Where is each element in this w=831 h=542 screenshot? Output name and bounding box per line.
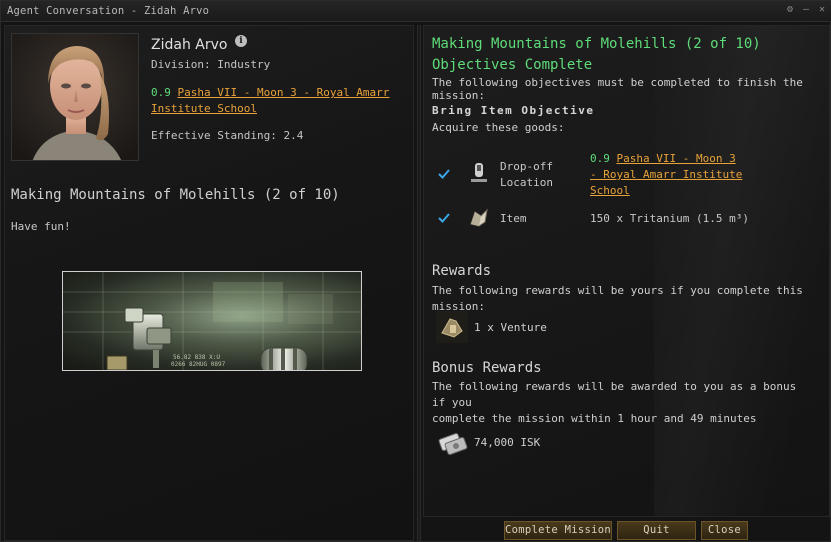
settings-icon[interactable]: ⚙ [784, 4, 796, 16]
dropoff-location-icon [471, 163, 487, 182]
agent-message: Have fun! [11, 220, 71, 233]
agent-name: Zidah Arvo [151, 37, 228, 53]
quit-mission-button[interactable]: Quit Mission [617, 521, 696, 542]
agent-portrait[interactable] [11, 33, 139, 161]
window-title: Agent Conversation - Zidah Arvo [7, 5, 210, 17]
venture-ship-icon[interactable] [436, 311, 468, 343]
rewards-text: The following rewards will be yours if y… [432, 284, 803, 313]
minimize-icon[interactable]: – [800, 4, 812, 16]
objective-header: Bring Item Objective [432, 104, 595, 117]
checkmark-icon [438, 169, 450, 179]
agent-location: 0.9 Pasha VII - Moon 3 - Royal Amarr Inst… [151, 85, 391, 117]
objectives-status: Objectives Complete [432, 57, 593, 73]
close-button[interactable]: Close [701, 521, 748, 540]
checkmark-icon [438, 213, 450, 223]
objectives-mission-title: Making Mountains of Molehills (2 of 10) [432, 36, 761, 52]
isk-icon[interactable] [436, 426, 468, 458]
title-bar[interactable]: Agent Conversation - Zidah Arvo ⚙ – ✕ [1, 1, 831, 22]
mission-title: Making Mountains of Molehills (2 of 10) [11, 187, 340, 203]
mission-image: 56.82 838 X:U 0266 82HUG 0897 [62, 271, 362, 371]
complete-mission-button[interactable]: Complete Mission [504, 521, 612, 540]
agent-conversation-window: Agent Conversation - Zidah Arvo ⚙ – ✕ Zi… [0, 0, 831, 542]
bonus-rewards-text: The following rewards will be awarded to… [432, 380, 797, 425]
dropoff-location: 0.9 Pasha VII - Moon 3- Royal Amarr Inst… [590, 151, 750, 199]
tritanium-icon[interactable] [467, 206, 491, 230]
image-readout-1: 56.82 838 X:U [173, 354, 220, 361]
security-status: 0.9 [151, 86, 171, 99]
location-link[interactable]: Pasha VII - Moon 3 - Royal Amarr Institut… [151, 86, 389, 115]
info-icon[interactable]: i [235, 35, 247, 47]
objectives-description: The following objectives must be complet… [432, 76, 803, 102]
close-window-icon[interactable]: ✕ [816, 4, 828, 16]
machinery-illustration [106, 307, 172, 370]
objective-subheader: Acquire these goods: [432, 121, 565, 134]
item-label: Item [500, 212, 527, 225]
cylinder-illustration [260, 347, 308, 370]
reward-item: 1 x Venture [474, 321, 547, 334]
dropoff-label: Drop-off Location [500, 160, 553, 189]
bonus-reward-item: 74,000 ISK [474, 436, 541, 449]
dropoff-security-status: 0.9 [590, 152, 610, 165]
rewards-heading: Rewards [432, 263, 492, 279]
pane-divider[interactable] [417, 25, 421, 541]
dropoff-location-link[interactable]: Pasha VII - Moon 3- Royal Amarr Institut… [590, 152, 742, 197]
item-value: 150 x Tritanium (1.5 m³) [590, 212, 749, 225]
agent-division: Division: Industry [151, 58, 271, 71]
image-readout-2: 0266 82HUG 0897 [171, 361, 226, 368]
effective-standing: Effective Standing: 2.4 [151, 129, 304, 142]
bonus-rewards-heading: Bonus Rewards [432, 360, 542, 376]
